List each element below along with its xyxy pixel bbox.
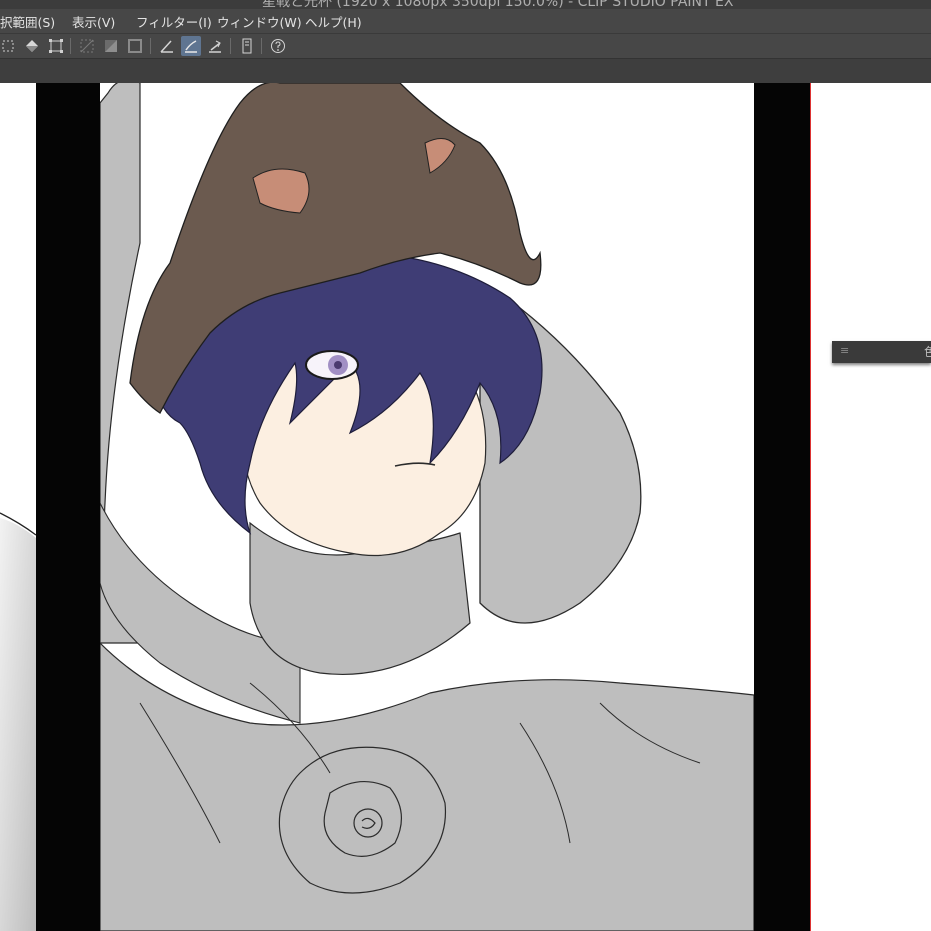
tool-property-bar — [0, 59, 931, 83]
illustration-canvas[interactable] — [100, 83, 754, 931]
menu-view[interactable]: 表示(V) — [72, 12, 115, 31]
border-icon[interactable] — [125, 36, 145, 56]
transform-icon[interactable] — [46, 36, 66, 56]
menu-selection[interactable]: 択範囲(S) — [0, 12, 55, 31]
stroke-ruler-icon[interactable] — [181, 36, 201, 56]
toolbar-separator — [70, 38, 71, 54]
toolbar-separator — [150, 38, 151, 54]
toolbar-separator — [261, 38, 262, 54]
ruler-icon[interactable] — [157, 36, 177, 56]
color-panel-tab[interactable]: ≡ 色 — [832, 341, 931, 363]
window-titlebar: 星戦と光杯 (1920 x 1080px 350dpi 150.0%) - CL… — [0, 0, 931, 9]
canvas-margin-right — [754, 83, 810, 931]
menu-bar: 択範囲(S) 表示(V) フィルター(I) ウィンドウ(W) ヘルプ(H) — [0, 9, 931, 34]
canvas-margin-left — [36, 83, 100, 931]
menu-window[interactable]: ウィンドウ(W) — [217, 12, 302, 31]
deselect-icon[interactable] — [77, 36, 97, 56]
fill-icon[interactable] — [22, 36, 42, 56]
canvas-guide-line — [810, 83, 811, 931]
device-icon[interactable] — [237, 36, 257, 56]
selection-icon[interactable] — [0, 36, 18, 56]
toolbar-separator — [230, 38, 231, 54]
help-icon[interactable] — [268, 36, 288, 56]
invert-selection-icon[interactable] — [101, 36, 121, 56]
window-title: 星戦と光杯 (1920 x 1080px 350dpi 150.0%) - CL… — [262, 0, 734, 9]
color-panel-label: 色 — [924, 345, 931, 359]
command-bar — [0, 34, 931, 59]
menu-filter[interactable]: フィルター(I) — [136, 12, 212, 31]
menu-help[interactable]: ヘルプ(H) — [305, 12, 362, 31]
ruler-snap-icon[interactable] — [205, 36, 225, 56]
adjacent-canvas-art — [0, 83, 36, 931]
panel-grip-icon[interactable]: ≡ — [840, 344, 849, 357]
